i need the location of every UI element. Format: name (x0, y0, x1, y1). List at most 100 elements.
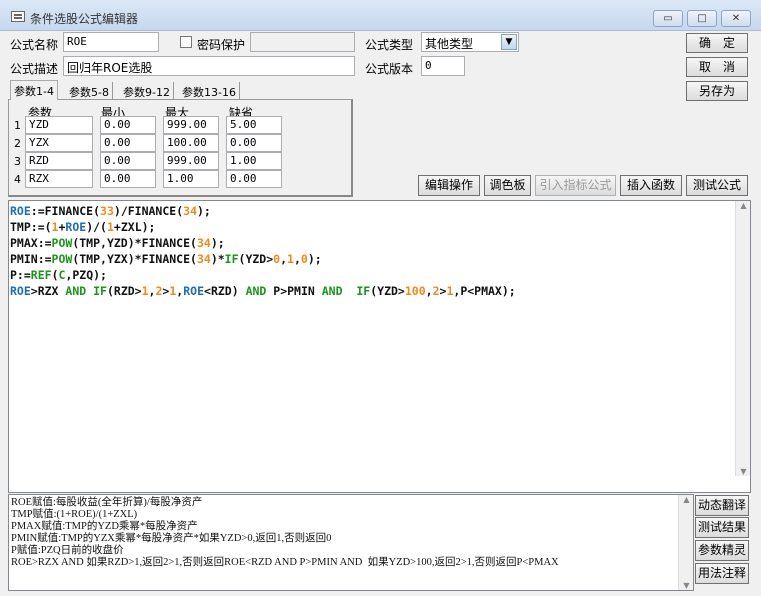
code-token: (TMP,YZX)*FINANCE( (72, 252, 197, 266)
code-line: P:=REF(C,PZQ); (10, 267, 516, 283)
code-token: (TMP,YZD)*FINANCE( (72, 236, 197, 250)
param-def-input[interactable]: 1.00 (226, 152, 282, 170)
code-token: <RZD) (204, 284, 246, 298)
scroll-down-icon[interactable]: ▼ (679, 581, 694, 590)
tab-params-5-8[interactable]: 参数5-8 (66, 82, 113, 100)
param-min-input[interactable]: 0.00 (100, 116, 156, 134)
formula-version-input[interactable]: 0 (421, 56, 465, 76)
code-token: ,PZQ); (65, 268, 107, 282)
param-def-input[interactable]: 0.00 (226, 170, 282, 188)
translation-line: P赋值:PZQ日前的收盘价 (11, 545, 124, 556)
code-token: )* (210, 252, 225, 266)
formula-type-value: 其他类型 (425, 37, 474, 51)
cancel-button[interactable]: 取 消 (686, 57, 748, 77)
translation-line: PMAX赋值:TMP的YZD乘幂*每股净资产 (11, 521, 198, 532)
password-label: 密码保护 (197, 38, 246, 52)
code-token: P:= (10, 268, 31, 282)
param-name-input[interactable]: RZD (25, 152, 93, 170)
param-def-input[interactable]: 0.00 (226, 134, 282, 152)
param-name-input[interactable]: YZX (25, 134, 93, 152)
formula-name-input[interactable]: ROE (63, 32, 159, 52)
maximize-button[interactable]: □ (687, 10, 717, 27)
code-token: 0 (300, 252, 308, 266)
dynamic-translate-button[interactable]: 动态翻译 (695, 495, 749, 516)
param-name-input[interactable]: YZD (25, 116, 93, 134)
param-max-input[interactable]: 999.00 (163, 152, 219, 170)
code-token: 1 (106, 220, 114, 234)
code-token: 2 (432, 284, 440, 298)
param-wizard-button[interactable]: 参数精灵 (695, 540, 749, 561)
translation-line: PMIN赋值:TMP的YZX乘幂*每股净资产*如果YZD>0,返回1,否则返回0 (11, 533, 332, 544)
param-name-input[interactable]: RZX (25, 170, 93, 188)
scroll-down-icon[interactable]: ▼ (736, 467, 751, 476)
app-icon (11, 11, 25, 22)
code-token: POW (51, 236, 73, 250)
param-min-input[interactable]: 0.00 (100, 134, 156, 152)
tab-params-13-16[interactable]: 参数13-16 (179, 82, 240, 100)
formula-desc-label: 公式描述 (10, 62, 59, 76)
formula-type-select[interactable]: 其他类型 ▼ (421, 32, 519, 52)
edit-operation-button[interactable]: 编辑操作 (418, 175, 480, 196)
code-token: ); (307, 252, 322, 266)
chevron-down-icon[interactable]: ▼ (501, 34, 517, 50)
note-scrollbar[interactable]: ▲ ▼ (678, 495, 693, 590)
formula-desc-input[interactable]: 回归年ROE选股 (63, 56, 355, 76)
code-token: 34 (196, 252, 211, 266)
code-token: ROE (10, 284, 31, 298)
param-max-input[interactable]: 1.00 (163, 170, 219, 188)
code-token: ( (51, 268, 59, 282)
translation-line: ROE赋值:每股收益(全年折算)/每股净资产 (11, 497, 203, 508)
test-result-button[interactable]: 测试结果 (695, 517, 749, 538)
param-min-input[interactable]: 0.00 (100, 152, 156, 170)
code-token: (RZD> (106, 284, 142, 298)
code-line: PMIN:=POW(TMP,YZX)*FINANCE(34)*IF(YZD> 0,… (10, 251, 516, 267)
minimize-button[interactable]: ▭ (653, 10, 683, 27)
tab-params-9-12[interactable]: 参数9-12 (120, 82, 174, 100)
code-token: TMP:=( (10, 220, 52, 234)
code-line: PMAX:=POW(TMP,YZD)*FINANCE(34); (10, 235, 516, 251)
code-token: 1 (287, 252, 294, 266)
code-token: REF (30, 268, 52, 282)
code-token: (YZD> (238, 252, 274, 266)
window-title: 条件选股公式编辑器 (30, 12, 139, 26)
code-token: +ZXL); (113, 220, 156, 234)
scroll-up-icon[interactable]: ▲ (679, 495, 694, 504)
usage-notes-button[interactable]: 用法注释 (695, 563, 749, 584)
param-max-input[interactable]: 100.00 (163, 134, 219, 152)
test-formula-button[interactable]: 测试公式 (686, 175, 748, 196)
row-number: 2 (14, 137, 21, 150)
save-as-button[interactable]: 另存为 (686, 81, 748, 101)
code-token: :=FINANCE( (30, 204, 101, 218)
param-max-input[interactable]: 999.00 (163, 116, 219, 134)
password-checkbox[interactable] (180, 36, 192, 48)
formula-name-label: 公式名称 (10, 38, 59, 52)
close-button[interactable]: ✕ (721, 10, 751, 27)
code-line: ROE:=FINANCE(33)/FINANCE(34); (10, 203, 516, 219)
param-min-input[interactable]: 0.00 (100, 170, 156, 188)
param-def-input[interactable]: 5.00 (226, 116, 282, 134)
translation-line: ROE>RZX AND 如果RZD>1,返回2>1,否则返回ROE<RZD AN… (11, 557, 559, 568)
palette-button[interactable]: 调色板 (484, 175, 531, 196)
code-token: 100 (404, 284, 426, 298)
password-input[interactable] (250, 32, 355, 52)
code-token: 34 (183, 204, 197, 218)
editor-scrollbar[interactable]: ▲ ▼ (735, 201, 750, 476)
code-token: ); (197, 204, 211, 218)
code-token: 34 (196, 236, 211, 250)
translation-text: ROE赋值:每股收益(全年折算)/每股净资产 TMP赋值:(1+ROE)/(1+Z… (11, 497, 559, 569)
row-number: 4 (14, 173, 21, 186)
code-token: 1 (141, 284, 149, 298)
code-token: (YZD> (370, 284, 405, 298)
code-token: ); (210, 236, 225, 250)
code-text: ROE:=FINANCE(33)/FINANCE(34); TMP:=(1+ROE… (10, 203, 516, 299)
insert-function-button[interactable]: 插入函数 (620, 175, 682, 196)
import-indicator-button[interactable]: 引入指标公式 (535, 175, 616, 196)
code-token: AND (321, 284, 343, 298)
code-token: PMIN:= (10, 252, 52, 266)
code-token: )/( (86, 220, 107, 234)
ok-button[interactable]: 确 定 (686, 33, 748, 53)
code-token: POW (51, 252, 73, 266)
scroll-up-icon[interactable]: ▲ (736, 201, 751, 210)
code-token: IF (224, 252, 239, 266)
tab-params-1-4[interactable]: 参数1-4 (10, 80, 58, 100)
